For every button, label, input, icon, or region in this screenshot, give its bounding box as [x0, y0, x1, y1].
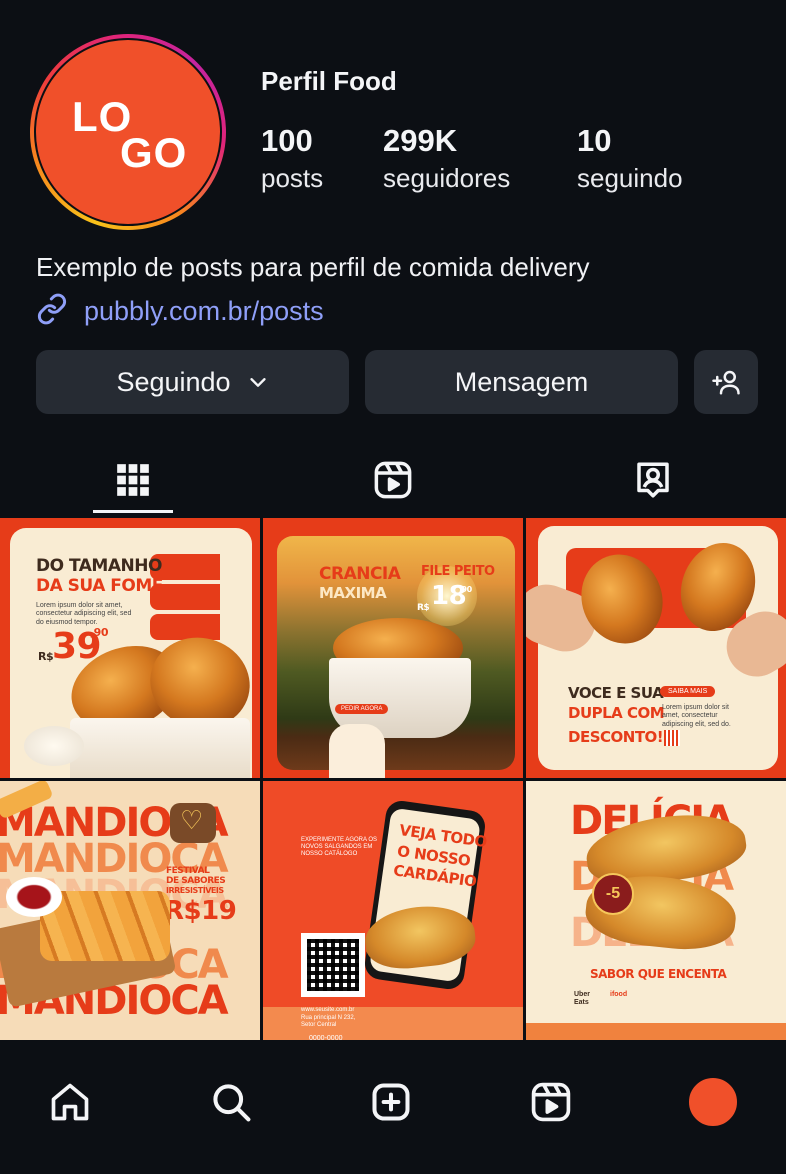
- post-body-text: Lorem ipsum dolor sit amet, consectetur …: [36, 602, 132, 626]
- tab-tagged[interactable]: [613, 450, 693, 510]
- post-tagline: SABOR QUE ENCENTA: [590, 967, 727, 981]
- bucket-image: [70, 718, 250, 778]
- profile-name: Perfil Food: [261, 66, 397, 96]
- nav-create[interactable]: [361, 1072, 421, 1132]
- stat-followers-label: seguidores: [383, 163, 511, 193]
- profile-avatar-story-ring[interactable]: LO GO: [30, 34, 226, 230]
- profile-bio: Exemplo de posts para perfil de comida d…: [36, 252, 590, 282]
- post-body-text: Lorem ipsum dolor sit amet, consectetur …: [662, 704, 731, 728]
- discount-badge: -5: [592, 873, 634, 915]
- reels-icon: [372, 459, 414, 501]
- nav-home[interactable]: [40, 1072, 100, 1132]
- add-user-icon: [711, 367, 741, 397]
- message-button-label: Mensagem: [454, 366, 589, 397]
- profile-link[interactable]: pubbly.com.br/posts: [36, 293, 324, 330]
- post-thumbnail[interactable]: MANDIOCA MANDIOCA MANDIOCA MANDIOCA MAND…: [0, 781, 260, 1041]
- profile-avatar: [687, 1076, 739, 1128]
- post-headline: VOCE E SUA: [568, 684, 664, 702]
- post-currency: R$: [38, 650, 54, 663]
- profile-link-text[interactable]: pubbly.com.br/posts: [84, 296, 324, 327]
- post-thumbnail[interactable]: DO TAMANHO DA SUA FOME Lorem ipsum dolor…: [0, 518, 260, 778]
- qr-code-image: [301, 933, 365, 997]
- order-now-button: PEDIR AGORA: [335, 704, 389, 714]
- grid-icon: [114, 461, 152, 499]
- post-headline: DUPLA COM: [568, 704, 665, 722]
- stat-following-label: seguindo: [577, 163, 683, 193]
- post-price-cents: ,90: [459, 585, 472, 594]
- post-subheadline: FESTIVAL: [166, 866, 210, 876]
- bottom-navigation: [0, 1040, 786, 1174]
- stat-posts[interactable]: 100 posts: [261, 124, 323, 198]
- following-button-label: Seguindo: [116, 366, 231, 397]
- following-button[interactable]: Seguindo: [36, 350, 349, 414]
- website-text: www.seusite.com.br: [301, 1007, 355, 1013]
- post-headline: MAXIMA: [319, 584, 387, 602]
- home-icon: [48, 1080, 92, 1124]
- decorative-shape: [329, 724, 385, 778]
- stat-posts-label: posts: [261, 163, 324, 193]
- post-currency: R$: [417, 603, 430, 613]
- stat-following[interactable]: 10 seguindo: [577, 124, 683, 198]
- post-thumbnail[interactable]: VOCE E SUA DUPLA COM DESCONTO! SAIBA MAI…: [526, 518, 786, 778]
- profile-logo: LO GO: [36, 40, 220, 224]
- post-price-cents: ,90: [90, 626, 109, 639]
- chevron-down-icon: [247, 371, 269, 393]
- post-headline: DO TAMANHO: [36, 556, 162, 576]
- tagged-icon: [632, 459, 674, 501]
- post-headline: DESCONTO!: [568, 728, 664, 746]
- post-subheadline: FILE PEITO: [421, 564, 495, 579]
- nav-reels[interactable]: [521, 1072, 581, 1132]
- ketchup-cup-image: [6, 877, 62, 917]
- brand-logo-text: Uber Eats: [574, 991, 590, 1007]
- post-grid: DO TAMANHO DA SUA FOME Lorem ipsum dolor…: [0, 518, 786, 1041]
- post-thumbnail[interactable]: DELÍCIA DELÍCIA DELÍCIA -5 SABOR QUE ENC…: [526, 781, 786, 1041]
- search-icon: [209, 1080, 253, 1124]
- post-price: R$19: [164, 896, 237, 926]
- post-subheadline: DE SABORES: [166, 876, 226, 886]
- active-tab-indicator: [93, 510, 173, 513]
- suggest-users-button[interactable]: [694, 350, 758, 414]
- footer-band: [526, 1023, 786, 1041]
- stat-followers[interactable]: 299K seguidores: [383, 124, 510, 198]
- tab-reels[interactable]: [353, 450, 433, 510]
- heart-badge-icon: ♡: [170, 803, 216, 843]
- learn-more-button: SAIBA MAIS: [660, 686, 716, 697]
- nav-profile[interactable]: [683, 1072, 743, 1132]
- brand-logo-text: ifood: [610, 991, 628, 998]
- post-thumbnail[interactable]: CRANCIA MAXIMA FILE PEITO R$ 18 ,90 PEDI…: [263, 518, 523, 778]
- post-thumbnail[interactable]: EXPERIMENTE AGORA OS NOVOS SALGANDOS EM …: [263, 781, 523, 1041]
- post-headline: DA SUA FOME: [36, 576, 163, 596]
- address-text: Rua principal N 232, Setor Central: [301, 1015, 356, 1029]
- post-headline: CRANCIA: [319, 564, 401, 584]
- create-icon: [369, 1080, 413, 1124]
- stat-followers-value: 299K: [383, 123, 458, 158]
- message-button[interactable]: Mensagem: [365, 350, 678, 414]
- qr-code-icon: [664, 730, 680, 746]
- tab-posts-grid[interactable]: [93, 450, 173, 510]
- reels-icon: [529, 1080, 573, 1124]
- stat-following-value: 10: [577, 123, 612, 158]
- sauce-cup-image: [24, 726, 84, 766]
- stat-posts-value: 100: [261, 123, 313, 158]
- post-subheadline: IRRESISTÍVEIS: [166, 886, 224, 895]
- nav-search[interactable]: [201, 1072, 261, 1132]
- logo-text-line2: GO: [120, 129, 188, 176]
- link-icon: [36, 293, 68, 330]
- post-body-text: EXPERIMENTE AGORA OS NOVOS SALGANDOS EM …: [301, 837, 378, 858]
